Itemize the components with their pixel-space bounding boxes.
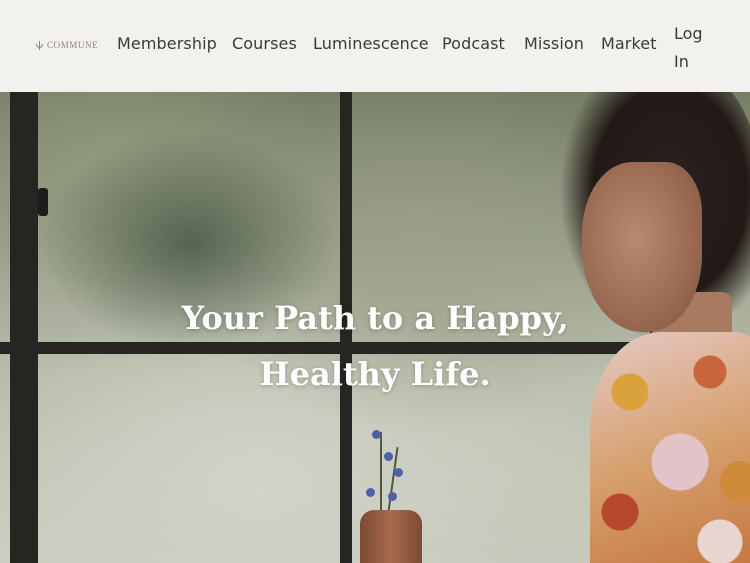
flower <box>388 492 397 501</box>
nav-link-mission[interactable]: Mission <box>524 34 584 53</box>
vase <box>360 510 422 563</box>
flower <box>394 468 403 477</box>
flower <box>366 488 375 497</box>
nav-link-membership[interactable]: Membership <box>117 34 217 53</box>
logo-text: COMMUNE <box>47 40 99 50</box>
site-header: COMMUNE Membership Courses Luminescence … <box>0 0 750 92</box>
face <box>582 162 702 332</box>
logo[interactable]: COMMUNE <box>36 40 98 50</box>
commune-logo-mark-icon <box>36 40 43 50</box>
hero-banner: Your Path to a Happy, Healthy Life. <box>0 92 750 563</box>
nav-link-market[interactable]: Market <box>601 34 657 53</box>
flower-stem <box>380 432 382 512</box>
flower <box>372 430 381 439</box>
nav-link-luminescence[interactable]: Luminescence <box>313 34 429 53</box>
nav-link-podcast[interactable]: Podcast <box>442 34 505 53</box>
hero-headline-line-2: Healthy Life. <box>259 355 491 393</box>
login-link[interactable]: Log In <box>674 20 714 76</box>
hero-headline: Your Path to a Happy, Healthy Life. <box>175 290 575 402</box>
hero-headline-line-1: Your Path to a Happy, <box>181 299 569 337</box>
window-latch <box>38 188 48 216</box>
floral-shirt <box>590 332 750 563</box>
window-frame-left <box>10 92 38 563</box>
flower <box>384 452 393 461</box>
nav-link-courses[interactable]: Courses <box>232 34 297 53</box>
